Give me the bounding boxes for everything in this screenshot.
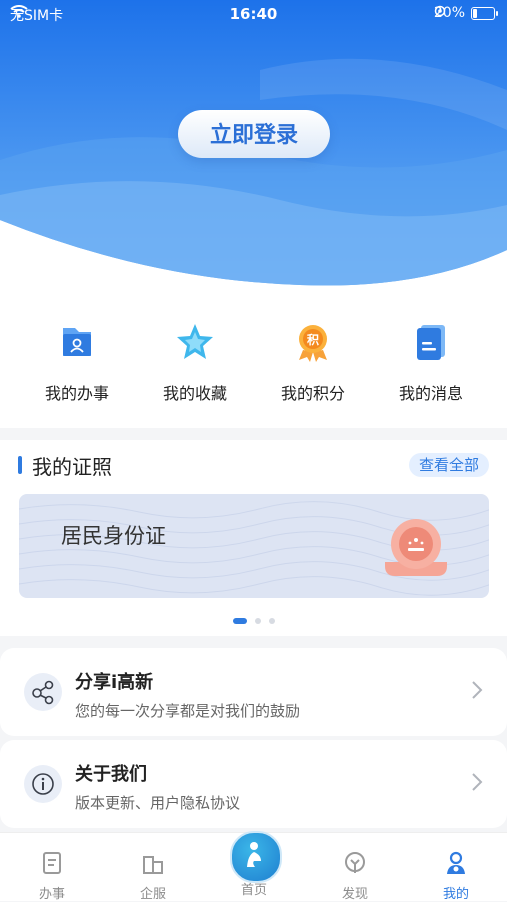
certificates-section: 我的证照 查看全部 居民身份证: [0, 440, 507, 636]
chevron-right-icon: [472, 681, 483, 699]
profile-header: 无SIM卡 16:40 20% 立即登录: [0, 0, 507, 300]
tab-discover[interactable]: 发现: [305, 833, 405, 902]
quick-action-my-points[interactable]: 积 我的积分: [263, 320, 363, 404]
quick-action-my-tasks[interactable]: 我的办事: [27, 320, 127, 404]
points-badge-icon: 积: [299, 325, 327, 362]
status-bar: 无SIM卡 16:40 20%: [0, 0, 507, 28]
menu-title: 分享i高新: [75, 672, 154, 693]
tab-bar: 办事 企服 首页 发现 我的: [0, 831, 507, 902]
carousel-dot[interactable]: [268, 618, 275, 624]
discover-icon: [345, 852, 365, 873]
tab-label: 企服: [139, 887, 166, 902]
folder-user-icon: [63, 328, 91, 356]
profile-icon: [447, 851, 465, 874]
status-time: 16:40: [229, 5, 278, 23]
tab-profile[interactable]: 我的: [406, 833, 506, 902]
menu-item-about[interactable]: 关于我们 版本更新、用户隐私协议: [0, 740, 507, 828]
task-doc-icon: [43, 852, 61, 874]
home-figure-icon[interactable]: [230, 831, 282, 883]
quick-action-label: 我的消息: [398, 384, 463, 403]
share-icon: [24, 673, 62, 711]
battery-icon: [471, 6, 498, 20]
certificates-title: 我的证照: [32, 455, 112, 479]
tab-label: 发现: [341, 887, 368, 902]
section-accent-bar: [18, 456, 22, 474]
message-doc-icon: [417, 325, 445, 360]
id-card[interactable]: 居民身份证: [19, 494, 489, 598]
view-all-button[interactable]: 查看全部: [408, 453, 489, 477]
points-badge-char: 积: [307, 332, 319, 347]
quick-actions: 我的办事 我的收藏 积 我的积分 我的消息: [0, 300, 507, 428]
quick-action-my-messages[interactable]: 我的消息: [381, 320, 481, 404]
tab-tasks[interactable]: 办事: [2, 833, 102, 902]
chevron-right-icon: [472, 773, 483, 791]
menu-subtitle: 版本更新、用户隐私协议: [75, 794, 241, 812]
menu-title: 关于我们: [75, 764, 147, 785]
carousel-dot[interactable]: [232, 618, 247, 624]
orientation-lock-icon: [434, 5, 446, 17]
card-name: 居民身份证: [61, 524, 166, 548]
quick-action-label: 我的办事: [44, 384, 109, 403]
star-icon: [177, 324, 213, 359]
quick-action-label: 我的积分: [280, 384, 345, 403]
menu-item-share[interactable]: 分享i高新 您的每一次分享都是对我们的鼓励: [0, 648, 507, 736]
carousel-dots: [0, 618, 507, 624]
quick-action-my-favorites[interactable]: 我的收藏: [145, 320, 245, 404]
menu-subtitle: 您的每一次分享都是对我们的鼓励: [75, 702, 301, 720]
battery-fill: [473, 8, 477, 18]
building-icon: [143, 856, 163, 874]
national-emblem-icon: [385, 519, 447, 576]
quick-action-label: 我的收藏: [162, 384, 227, 403]
login-button[interactable]: 立即登录: [178, 110, 330, 158]
carousel-dot[interactable]: [254, 618, 261, 624]
tab-enterprise[interactable]: 企服: [103, 833, 203, 902]
info-icon: [24, 765, 62, 803]
tab-label: 我的: [442, 887, 469, 902]
tab-label: 办事: [38, 887, 65, 902]
